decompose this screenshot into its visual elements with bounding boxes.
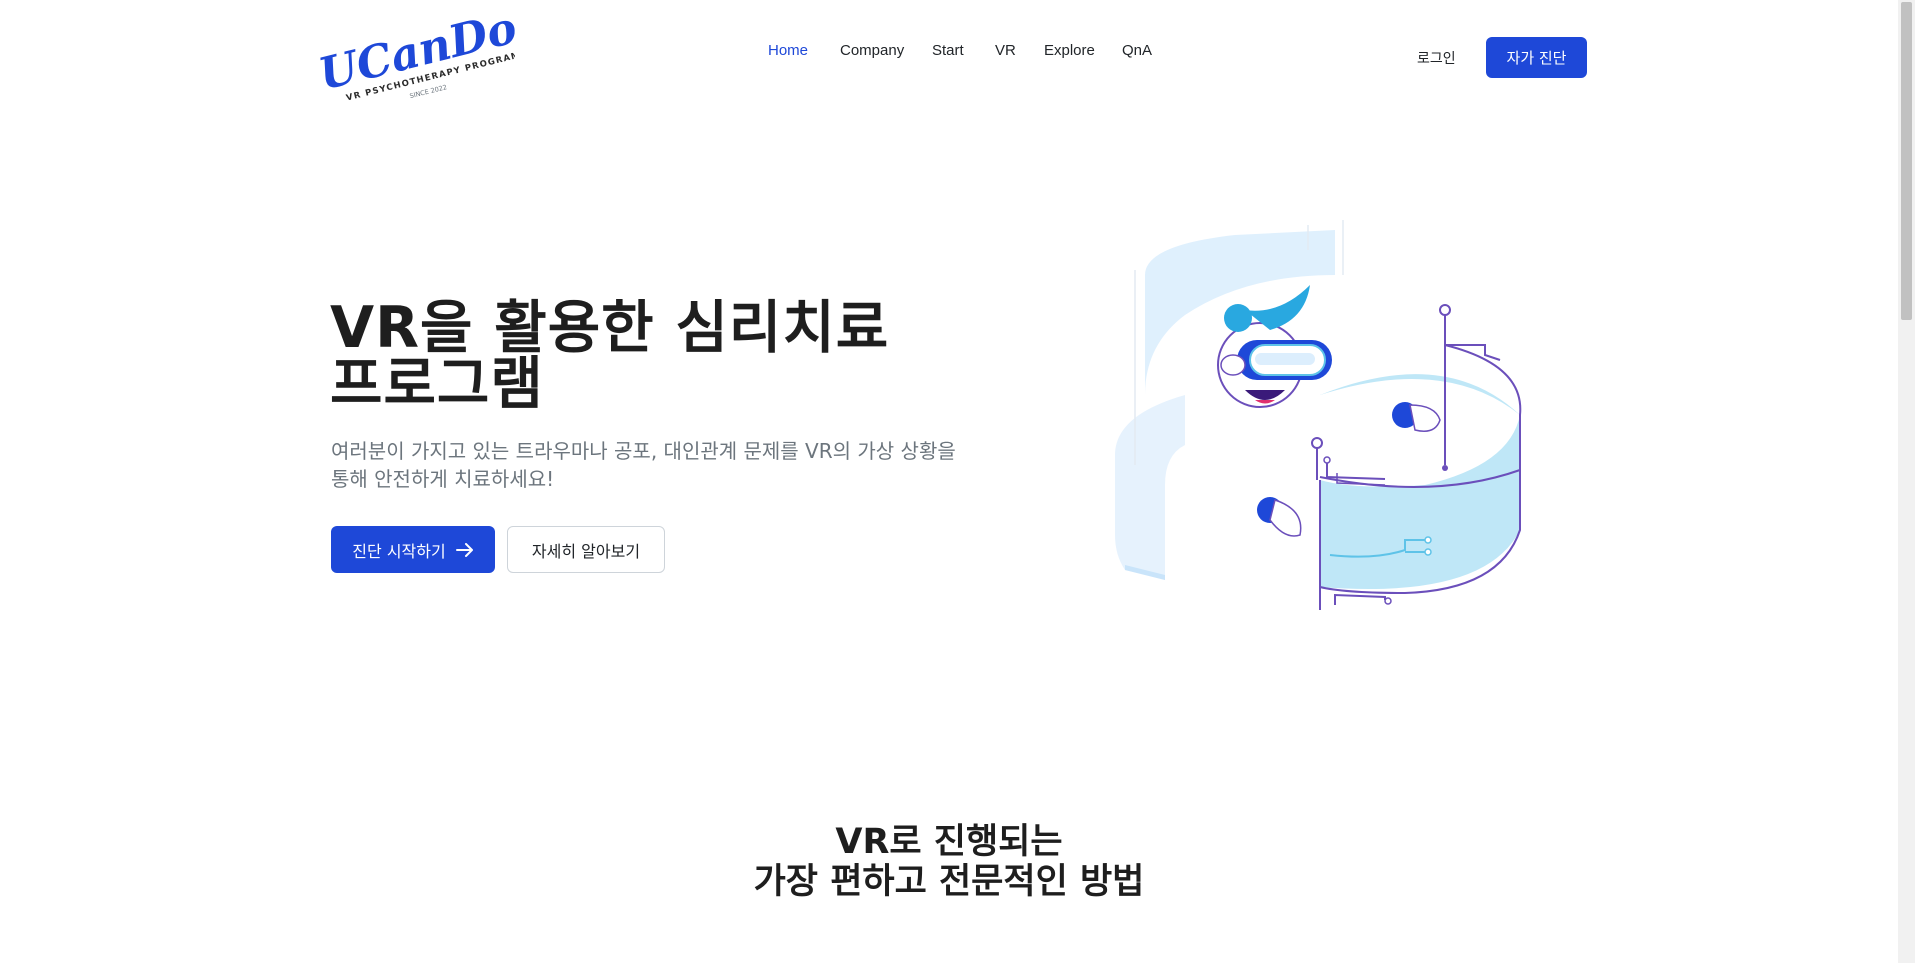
vr-illustration (1115, 220, 1522, 610)
start-diagnosis-label: 진단 시작하기 (352, 541, 446, 561)
hero-subtitle: 여러분이 가지고 있는 트라우마나 공포, 대인관계 문제를 VR의 가상 상황… (331, 437, 1011, 493)
scrollbar-thumb[interactable] (1901, 2, 1912, 320)
logo[interactable]: UCanDoit! VR PSYCHOTHERAPY PROGRAM SINCE… (310, 0, 576, 103)
hero-subtitle-line1: 여러분이 가지고 있는 트라우마나 공포, 대인관계 문제를 VR의 가상 상황… (331, 439, 956, 463)
section-title-line1: VR로 진행되는 (835, 822, 1063, 862)
section-title-line2: 가장 편하고 전문적인 방법 (753, 862, 1145, 902)
logo-mark: UCanDoit! VR PSYCHOTHERAPY PROGRAM SINCE… (314, 0, 576, 103)
hero-title-line1: VR을 활용한 심리치료 (330, 295, 890, 361)
self-check-button[interactable]: 자가 진단 (1486, 37, 1587, 78)
hero-subtitle-line2: 통해 안전하게 치료하세요! (331, 467, 555, 491)
vertical-scrollbar[interactable] (1898, 0, 1915, 963)
arrow-right-icon (455, 542, 473, 557)
nav-company[interactable]: Company (840, 42, 904, 59)
logo-text: UCanDoit! (314, 10, 515, 101)
hero-title: VR을 활용한 심리치료 프로그램 (330, 295, 1030, 417)
page: UCanDoit! VR PSYCHOTHERAPY PROGRAM SINCE… (0, 0, 1898, 963)
start-diagnosis-button[interactable]: 진단 시작하기 (331, 526, 495, 573)
nav-qna[interactable]: QnA (1122, 42, 1152, 59)
hero-title-line2: 프로그램 (330, 351, 544, 417)
login-link[interactable]: 로그인 (1417, 48, 1456, 68)
learn-more-button[interactable]: 자세히 알아보기 (507, 526, 665, 573)
nav-start[interactable]: Start (932, 42, 964, 59)
nav-explore[interactable]: Explore (1044, 42, 1095, 59)
section-title: VR로 진행되는 가장 편하고 전문적인 방법 (0, 822, 1898, 902)
nav-home[interactable]: Home (768, 42, 808, 59)
nav-vr[interactable]: VR (995, 42, 1016, 59)
